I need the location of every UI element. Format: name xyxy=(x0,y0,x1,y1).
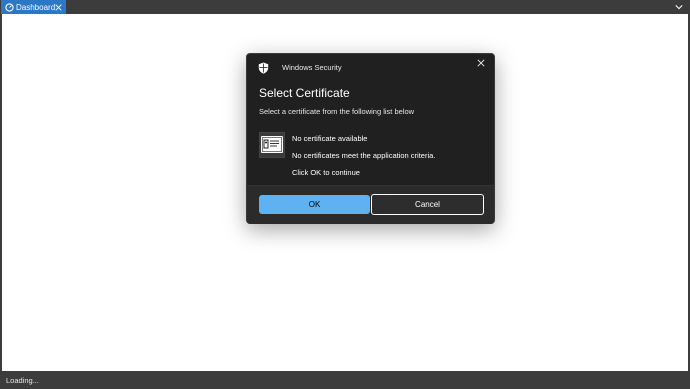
status-bar: Loading... xyxy=(0,371,690,389)
instruction-message: Click OK to continue xyxy=(292,168,360,177)
select-certificate-dialog: Windows Security Select Certificate Sele… xyxy=(246,53,495,224)
close-icon[interactable] xyxy=(53,2,63,12)
tab-label: Dashboard xyxy=(16,2,56,12)
dialog-subheading: Select a certificate from the following … xyxy=(259,107,415,116)
status-text: Loading... xyxy=(6,375,39,385)
browser-tab-bar: Dashboard xyxy=(0,0,690,14)
criteria-message: No certificates meet the application cri… xyxy=(292,151,436,160)
shield-icon xyxy=(258,61,269,74)
dialog-button-bar: OK Cancel xyxy=(247,185,494,224)
dialog-heading: Select Certificate xyxy=(259,86,350,100)
close-icon[interactable] xyxy=(476,58,486,68)
ok-button[interactable]: OK xyxy=(259,195,370,214)
cancel-button[interactable]: Cancel xyxy=(371,194,484,215)
chevron-down-icon[interactable] xyxy=(674,2,684,12)
certificate-icon xyxy=(259,132,285,158)
no-certificate-message: No certificate available xyxy=(292,134,368,143)
tab-dashboard[interactable]: Dashboard xyxy=(1,0,66,14)
dialog-app-title: Windows Security xyxy=(282,63,342,72)
dashboard-icon xyxy=(5,2,14,12)
